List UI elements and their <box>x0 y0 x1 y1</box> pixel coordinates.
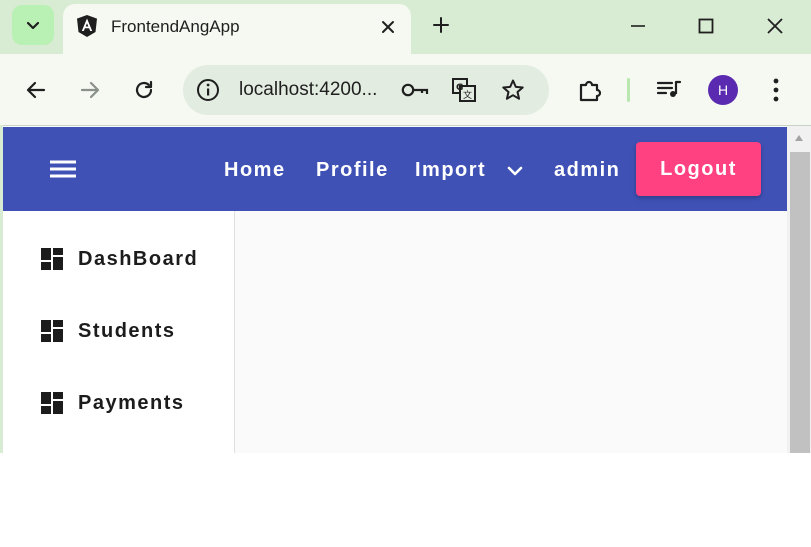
scrollbar-thumb[interactable] <box>790 152 810 453</box>
sidenav-item-dashboard[interactable]: DashBoard <box>41 244 198 274</box>
minimize-button[interactable] <box>618 8 658 44</box>
nav-home[interactable]: Home <box>224 159 286 182</box>
bookmark-button[interactable] <box>499 77 527 103</box>
sidenav-item-label: Students <box>78 319 176 342</box>
angular-icon <box>77 15 97 37</box>
tab-search-button[interactable] <box>12 5 54 45</box>
page-scrollbar[interactable] <box>787 126 811 453</box>
browser-window: FrontendAngApp localhost:4200... G 文 H H… <box>0 0 811 453</box>
tab-search-chevron-icon <box>26 21 40 30</box>
forward-arrow-icon <box>80 81 100 99</box>
media-button[interactable] <box>651 72 687 108</box>
chevron-down-icon[interactable] <box>505 161 525 181</box>
sidenav-item-label: DashBoard <box>78 247 199 270</box>
sidenav-item-payments[interactable]: Payments <box>41 388 185 418</box>
tab-close-button[interactable] <box>373 12 403 42</box>
dashboard-icon <box>41 248 63 270</box>
app-toolbar: Home Profile Import admin Logout <box>3 127 787 211</box>
address-bar[interactable]: localhost:4200... G文 <box>183 65 549 115</box>
dashboard-icon <box>41 320 63 342</box>
nav-user[interactable]: admin <box>554 159 620 182</box>
nav-profile[interactable]: Profile <box>316 159 389 182</box>
plus-icon <box>433 17 449 33</box>
forward-button[interactable] <box>72 72 108 108</box>
logout-button[interactable]: Logout <box>636 142 761 196</box>
translate-icon: G文 <box>452 78 476 102</box>
sidenav-item-students[interactable]: Students <box>41 316 176 346</box>
password-key-button[interactable] <box>401 77 429 103</box>
dashboard-icon <box>41 392 63 414</box>
menu-icon[interactable] <box>47 155 79 183</box>
new-tab-button[interactable] <box>424 8 458 42</box>
browser-menu-button[interactable] <box>758 72 794 108</box>
tab-strip: FrontendAngApp <box>0 0 811 54</box>
browser-tab[interactable]: FrontendAngApp <box>63 4 411 54</box>
nav-import[interactable]: Import <box>415 159 486 182</box>
maximize-icon <box>698 18 714 34</box>
toolbar-divider <box>627 78 630 102</box>
page-viewport: Home Profile Import admin Logout DashBoa… <box>3 125 811 453</box>
scroll-up-arrow-icon <box>795 135 803 141</box>
main-content <box>235 211 787 453</box>
translate-button[interactable]: G文 <box>450 77 478 103</box>
svg-text:文: 文 <box>463 89 472 101</box>
side-nav: DashBoard Students Payments <box>3 211 235 453</box>
extensions-button[interactable] <box>572 72 608 108</box>
back-button[interactable] <box>18 72 54 108</box>
profile-avatar[interactable]: H <box>708 75 738 105</box>
more-vert-icon <box>773 78 779 102</box>
star-icon <box>502 79 524 100</box>
media-playlist-icon <box>656 80 682 97</box>
sidenav-item-label: Payments <box>78 391 185 414</box>
extensions-icon <box>579 80 602 102</box>
reload-icon <box>135 80 153 99</box>
close-icon <box>382 21 394 33</box>
window-close-button[interactable] <box>755 8 795 44</box>
reload-button[interactable] <box>126 72 162 108</box>
scroll-up-button[interactable] <box>787 126 811 150</box>
site-info-icon[interactable] <box>195 77 221 103</box>
maximize-button[interactable] <box>686 8 726 44</box>
key-icon <box>401 83 429 97</box>
minimize-icon <box>631 25 645 27</box>
browser-toolbar: localhost:4200... G文 H <box>0 54 811 125</box>
back-arrow-icon <box>26 81 46 99</box>
url-text[interactable]: localhost:4200... <box>239 79 377 101</box>
window-close-icon <box>767 18 783 34</box>
tab-title: FrontendAngApp <box>111 17 240 36</box>
